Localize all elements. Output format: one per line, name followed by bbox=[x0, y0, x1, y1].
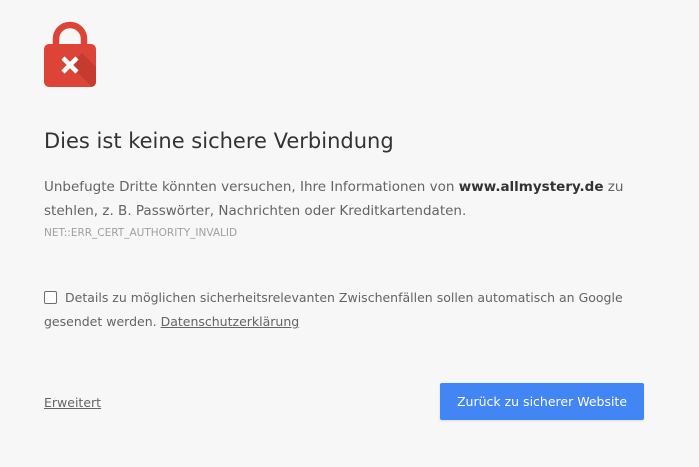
reporting-label: Details zu möglichen sicherheitsrelevant… bbox=[44, 290, 623, 329]
explanation-text: Unbefugte Dritte könnten versuchen, Ihre… bbox=[44, 175, 634, 223]
back-to-safety-button[interactable]: Zurück zu sicherer Website bbox=[440, 383, 644, 420]
advanced-link[interactable]: Erweitert bbox=[44, 395, 101, 410]
reporting-checkbox[interactable] bbox=[44, 291, 57, 304]
privacy-policy-link[interactable]: Datenschutzerklärung bbox=[161, 314, 300, 329]
reporting-option: Details zu möglichen sicherheitsrelevant… bbox=[44, 286, 654, 334]
ssl-interstitial-page: Dies ist keine sichere Verbindung Unbefu… bbox=[0, 0, 699, 467]
explanation-before: Unbefugte Dritte könnten versuchen, Ihre… bbox=[44, 179, 459, 195]
domain-name: www.allmystery.de bbox=[458, 179, 604, 195]
error-code: NET::ERR_CERT_AUTHORITY_INVALID bbox=[44, 227, 238, 239]
page-title: Dies ist keine sichere Verbindung bbox=[44, 129, 394, 153]
lock-error-icon bbox=[44, 21, 96, 87]
